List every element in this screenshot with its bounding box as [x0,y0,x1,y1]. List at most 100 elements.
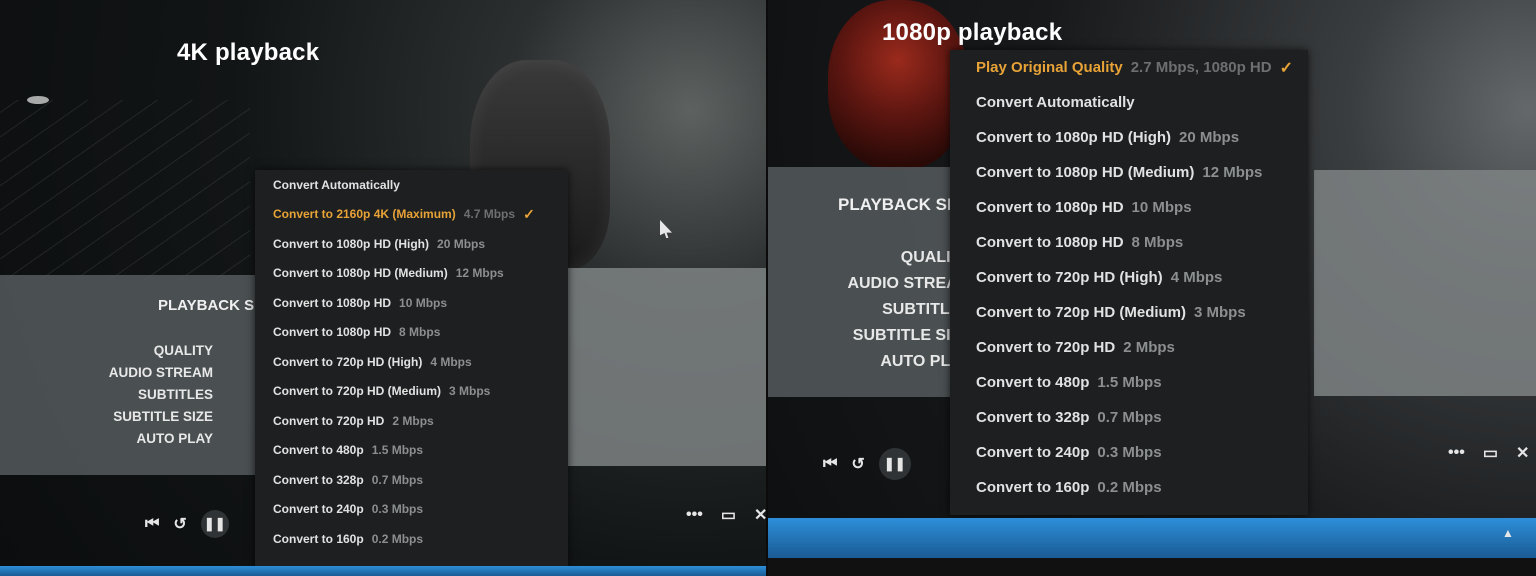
cast-icon[interactable]: ▭ [721,505,736,525]
menu-item-label: Convert to 328p [976,409,1090,426]
menu-item-328p[interactable]: Convert to 328p 0.7 Mbps [950,400,1308,435]
menu-item-rate: 2 Mbps [1123,339,1175,356]
previous-icon[interactable]: ⏮ [145,515,159,533]
player-controls-right: ••• ▭ ✕ [1448,443,1536,463]
tray-arrow-icon[interactable]: ▲ [1502,526,1514,540]
menu-item-1080p-8[interactable]: Convert to 1080p HD 8 Mbps [950,225,1308,260]
menu-item-1080p-8[interactable]: Convert to 1080p HD 8 Mbps [255,318,568,348]
menu-item-1080p-10[interactable]: Convert to 1080p HD 10 Mbps [255,288,568,318]
menu-item-rate: 3 Mbps [1194,304,1246,321]
panel-4k: 4K playback PLAYBACK SE QUALITY AUDIO ST… [0,0,768,576]
menu-item-720p-medium[interactable]: Convert to 720p HD (Medium) 3 Mbps [255,377,568,407]
video-background [0,100,250,280]
menu-item-play-original[interactable]: Play Original Quality 2.7 Mbps, 1080p HD ✓ [950,50,1308,85]
quality-menu: Play Original Quality 2.7 Mbps, 1080p HD ✓… [950,50,1308,515]
pause-button[interactable]: ❚❚ [200,510,229,538]
player-controls-right: ••• ▭ ✕ [686,505,768,525]
menu-item-328p[interactable]: Convert to 328p 0.7 Mbps [255,465,568,495]
side-card [568,268,768,466]
video-light [27,96,49,104]
menu-item-rate: 12 Mbps [455,266,504,281]
replay-icon[interactable]: ↺ [851,454,864,474]
menu-item-rate: 2.7 Mbps, 1080p HD [1130,59,1272,76]
menu-item-label: Convert to 1080p HD [976,199,1124,216]
menu-item-label: Play Original Quality [976,59,1123,76]
menu-item-convert-automatically[interactable]: Convert Automatically [255,170,568,200]
menu-item-2160p-maximum[interactable]: Convert to 2160p 4K (Maximum) 4.7 Mbps ✓ [255,200,568,230]
more-icon[interactable]: ••• [1448,444,1465,462]
menu-item-1080p-high[interactable]: Convert to 1080p HD (High) 20 Mbps [950,120,1308,155]
menu-item-rate: 0.7 Mbps [371,472,424,487]
menu-item-1080p-medium[interactable]: Convert to 1080p HD (Medium) 12 Mbps [255,259,568,289]
menu-item-label: Convert to 1080p HD (High) [976,129,1172,146]
menu-item-rate: 0.7 Mbps [1097,409,1162,426]
menu-item-label: Convert Automatically [273,177,400,192]
menu-item-1080p-medium[interactable]: Convert to 1080p HD (Medium) 12 Mbps [950,155,1308,190]
close-icon[interactable]: ✕ [1516,443,1529,463]
menu-item-rate: 20 Mbps [1179,129,1240,146]
menu-item-convert-automatically[interactable]: Convert Automatically [950,85,1308,120]
taskbar [0,566,768,576]
mouse-cursor-icon [660,220,672,238]
cast-icon[interactable]: ▭ [1483,443,1498,463]
caption-1080p: 1080p playback [882,19,1063,46]
menu-item-label: Convert to 1080p HD (High) [273,236,430,251]
menu-item-label: Convert to 720p HD (High) [273,354,423,369]
setting-subtitle-size[interactable]: SUBTITLE SIZE [109,406,213,428]
menu-item-240p[interactable]: Convert to 240p 0.3 Mbps [255,495,568,525]
menu-item-720p-high[interactable]: Convert to 720p HD (High) 4 Mbps [950,260,1308,295]
panel-1080p: 1080p playback PLAYBACK SE QUALITY AUDIO… [768,0,1536,576]
replay-icon[interactable]: ↺ [173,514,186,534]
comparison-screenshot: 4K playback PLAYBACK SE QUALITY AUDIO ST… [0,0,1536,576]
pause-button[interactable]: ❚❚ [878,448,911,480]
menu-item-label: Convert to 720p HD [976,339,1116,356]
menu-item-label: Convert to 160p [976,479,1090,496]
menu-item-label: Convert to 720p HD (High) [976,269,1163,286]
menu-item-1080p-10[interactable]: Convert to 1080p HD 10 Mbps [950,190,1308,225]
menu-item-720p-high[interactable]: Convert to 720p HD (High) 4 Mbps [255,347,568,377]
more-icon[interactable]: ••• [686,506,703,524]
menu-item-label: Convert to 720p HD [273,413,385,428]
check-icon: ✓ [523,205,535,222]
menu-item-rate: 0.2 Mbps [1097,479,1162,496]
menu-item-rate: 2 Mbps [392,413,434,428]
menu-item-160p[interactable]: Convert to 160p 0.2 Mbps [255,524,568,554]
menu-item-720p[interactable]: Convert to 720p HD 2 Mbps [950,330,1308,365]
menu-item-rate: 8 Mbps [399,325,441,340]
setting-quality[interactable]: QUALITY [109,340,213,362]
menu-item-label: Convert to 1080p HD (Medium) [976,164,1195,181]
quality-menu: Convert Automatically Convert to 2160p 4… [255,170,568,570]
settings-labels: QUALITY AUDIO STREAM SUBTITLES SUBTITLE … [109,340,213,450]
menu-item-720p-medium[interactable]: Convert to 720p HD (Medium) 3 Mbps [950,295,1308,330]
setting-audio-stream[interactable]: AUDIO STREAM [109,362,213,384]
menu-item-label: Convert Automatically [976,94,1135,111]
settings-title: PLAYBACK SE [158,297,265,314]
menu-item-rate: 4 Mbps [1170,269,1223,286]
menu-item-label: Convert to 2160p 4K (Maximum) [273,207,456,222]
settings-title: PLAYBACK SE [838,195,959,214]
setting-auto-play[interactable]: AUTO PLAY [109,428,213,450]
menu-item-160p[interactable]: Convert to 160p 0.2 Mbps [950,470,1308,505]
menu-item-label: Convert to 160p [273,531,364,546]
menu-item-rate: 10 Mbps [1131,199,1192,216]
monitor-bezel [768,558,1536,576]
menu-item-480p[interactable]: Convert to 480p 1.5 Mbps [255,436,568,466]
menu-item-rate: 4 Mbps [430,354,472,369]
menu-item-720p[interactable]: Convert to 720p HD 2 Mbps [255,406,568,436]
menu-item-rate: 0.2 Mbps [371,531,424,546]
menu-item-label: Convert to 1080p HD [976,234,1124,251]
side-card [1314,170,1536,396]
menu-item-label: Convert to 240p [976,444,1090,461]
menu-item-240p[interactable]: Convert to 240p 0.3 Mbps [950,435,1308,470]
player-controls: ⏮ ↺ ❚❚ [145,510,243,538]
menu-item-480p[interactable]: Convert to 480p 1.5 Mbps [950,365,1308,400]
menu-item-1080p-high[interactable]: Convert to 1080p HD (High) 20 Mbps [255,229,568,259]
setting-subtitles[interactable]: SUBTITLES [109,384,213,406]
previous-icon[interactable]: ⏮ [823,455,837,473]
menu-item-rate: 0.3 Mbps [371,502,424,517]
menu-item-rate: 1.5 Mbps [371,443,424,458]
menu-item-rate: 12 Mbps [1202,164,1263,181]
menu-item-label: Convert to 328p [273,472,364,487]
menu-item-rate: 4.7 Mbps [463,207,516,222]
caption-4k: 4K playback [177,39,320,66]
